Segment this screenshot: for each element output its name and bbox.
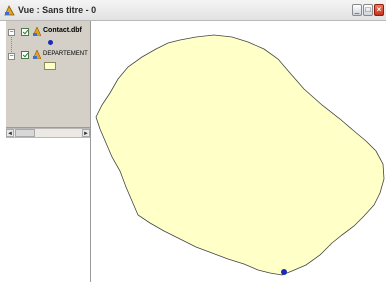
contact-point[interactable] bbox=[281, 269, 287, 275]
island-polygon[interactable] bbox=[95, 34, 385, 276]
map-canvas[interactable] bbox=[92, 21, 386, 282]
layer-expander-contact[interactable]: − bbox=[8, 29, 15, 36]
scroll-left-arrow-icon[interactable]: ◄ bbox=[6, 129, 14, 137]
table-of-contents: − Contact.dbf − DEPARTEMENT ◄ ► bbox=[6, 21, 91, 282]
minimize-button[interactable]: _ bbox=[352, 4, 362, 16]
map-svg bbox=[95, 34, 385, 276]
scroll-thumb[interactable] bbox=[15, 129, 35, 137]
polygon-symbol bbox=[44, 62, 56, 70]
toc-horizontal-scrollbar[interactable]: ◄ ► bbox=[6, 128, 90, 138]
layer-list: − Contact.dbf − DEPARTEMENT bbox=[6, 21, 90, 128]
view-window: Vue : Sans titre - 0 _ □ × − Contact.dbf… bbox=[0, 0, 386, 282]
scroll-right-arrow-icon[interactable]: ► bbox=[82, 129, 90, 137]
layer-expander-departement[interactable]: − bbox=[8, 53, 15, 60]
layer-checkbox-contact[interactable] bbox=[21, 28, 29, 36]
close-button[interactable]: × bbox=[374, 4, 384, 16]
window-title: Vue : Sans titre - 0 bbox=[18, 5, 97, 15]
title-bar[interactable]: Vue : Sans titre - 0 _ □ × bbox=[0, 0, 386, 21]
layer-theme-icon bbox=[33, 50, 41, 59]
point-symbol bbox=[48, 40, 53, 45]
view-icon bbox=[4, 5, 15, 16]
layer-name-contact[interactable]: Contact.dbf bbox=[43, 27, 82, 34]
layer-name-departement[interactable]: DEPARTEMENT bbox=[43, 51, 88, 57]
layer-checkbox-departement[interactable] bbox=[21, 51, 29, 59]
layer-theme-icon bbox=[33, 27, 41, 36]
maximize-button[interactable]: □ bbox=[363, 4, 373, 16]
